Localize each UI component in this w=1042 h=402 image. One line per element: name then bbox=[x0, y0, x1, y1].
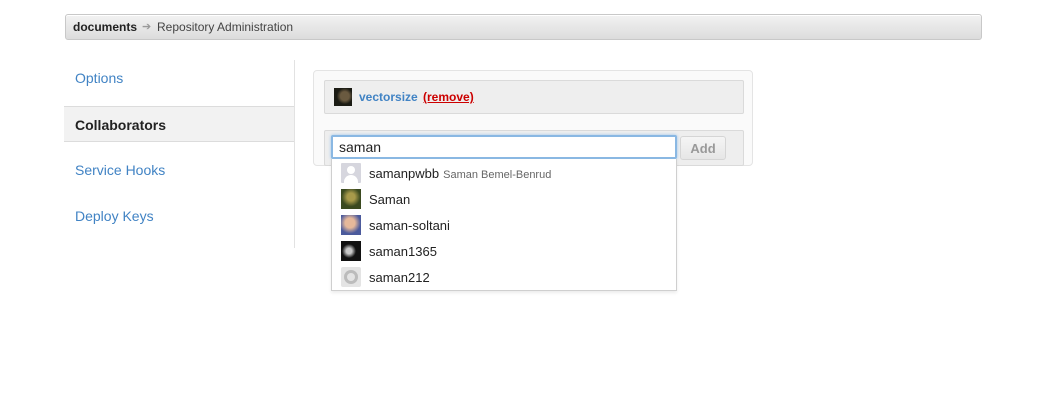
suggestion-login: saman1365 bbox=[369, 244, 437, 259]
suggestion-item-saman-soltani[interactable]: saman-soltani bbox=[332, 211, 676, 237]
octocat-avatar-icon bbox=[341, 267, 361, 287]
sidebar-divider bbox=[294, 60, 295, 248]
sidebar-item-deploy-keys[interactable]: Deploy Keys bbox=[64, 198, 294, 234]
suggestion-item-samanpwbb[interactable]: samanpwbb Saman Bemel-Benrud bbox=[332, 159, 676, 185]
add-collaborator-input[interactable] bbox=[331, 135, 677, 159]
breadcrumb: documents ➔ Repository Administration bbox=[65, 14, 982, 40]
suggestion-full-name: Saman Bemel-Benrud bbox=[443, 169, 552, 181]
suggestion-login: saman212 bbox=[369, 270, 430, 285]
collaborators-panel: vectorsize (remove) Add bbox=[313, 70, 753, 166]
user-photo-avatar bbox=[341, 215, 361, 235]
collaborator-name-link[interactable]: vectorsize bbox=[359, 90, 418, 104]
sidebar-item-collaborators[interactable]: Collaborators bbox=[64, 106, 294, 142]
autocomplete-dropdown: samanpwbb Saman Bemel-Benrud Saman saman-… bbox=[331, 159, 677, 291]
suggestion-item-saman[interactable]: Saman bbox=[332, 185, 676, 211]
settings-sidebar: Options Collaborators Service Hooks Depl… bbox=[64, 60, 294, 244]
breadcrumb-current-page: Repository Administration bbox=[157, 20, 294, 34]
suggestion-login: samanpwbb bbox=[369, 166, 440, 181]
suggestion-item-saman212[interactable]: saman212 bbox=[332, 263, 676, 289]
breadcrumb-repo-link[interactable]: documents bbox=[73, 15, 137, 39]
collaborator-row: vectorsize (remove) bbox=[324, 80, 744, 114]
add-button[interactable]: Add bbox=[680, 136, 726, 160]
sidebar-item-options[interactable]: Options bbox=[64, 60, 294, 96]
user-photo-avatar bbox=[341, 189, 361, 209]
default-avatar-icon bbox=[341, 163, 361, 183]
suggestion-item-saman1365[interactable]: saman1365 bbox=[332, 237, 676, 263]
breadcrumb-arrow-icon: ➔ bbox=[142, 21, 152, 33]
suggestion-login: saman-soltani bbox=[369, 218, 450, 233]
suggestion-login: Saman bbox=[369, 192, 411, 207]
collaborator-avatar bbox=[334, 88, 352, 106]
remove-collaborator-link[interactable]: (remove) bbox=[423, 90, 474, 104]
sidebar-item-service-hooks[interactable]: Service Hooks bbox=[64, 152, 294, 188]
user-photo-avatar bbox=[341, 241, 361, 261]
